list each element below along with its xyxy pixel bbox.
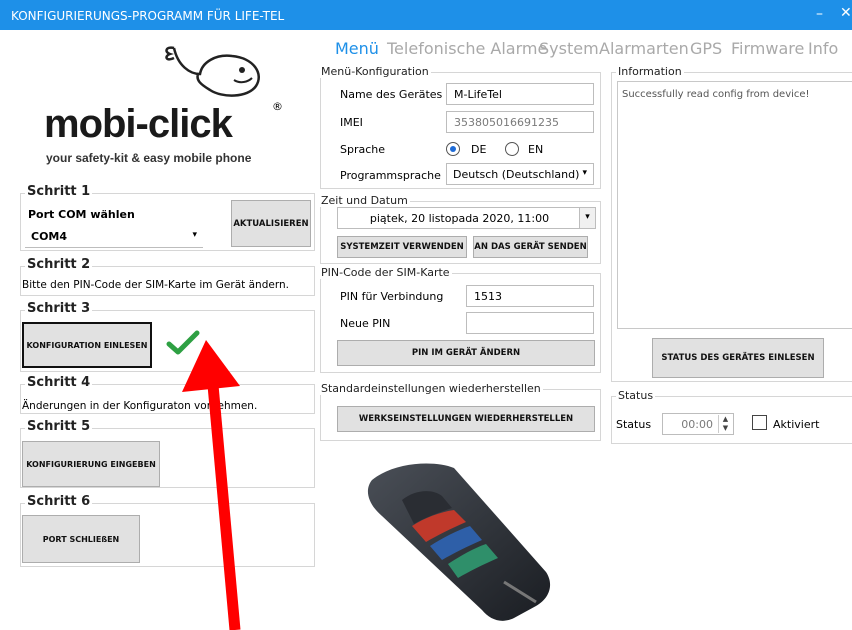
menu-config-title: Menü-Konfiguration (319, 65, 431, 78)
tab-alarmarten[interactable]: Alarmarten (599, 39, 689, 58)
pin-connect-label: PIN für Verbindung (340, 290, 444, 303)
lang-de-label: DE (471, 143, 487, 156)
program-language-select[interactable]: Deutsch (Deutschland) ▾ (446, 163, 594, 185)
refresh-button[interactable]: AKTUALISIEREN (231, 200, 311, 247)
status-time-field[interactable]: 00:00 ▲ ▼ (662, 413, 734, 435)
datetime-picker[interactable]: piątek, 20 listopada 2020, 11:00 ▾ (337, 207, 596, 229)
activated-label: Aktiviert (773, 418, 820, 431)
radio-lang-de[interactable] (446, 142, 460, 156)
program-language-value: Deutsch (Deutschland) (453, 168, 580, 181)
close-button[interactable]: ✕ (840, 5, 852, 21)
read-status-button[interactable]: STATUS DES GERÄTES EINLESEN (652, 338, 824, 378)
information-title: Information (616, 65, 684, 78)
pin-connect-field[interactable]: 1513 (466, 285, 594, 307)
spin-icon: ▲ ▼ (718, 415, 732, 433)
factory-reset-button[interactable]: WERKSEINSTELLUNGEN WIEDERHERSTELLEN (337, 406, 595, 432)
radio-lang-en[interactable] (505, 142, 519, 156)
window-title: KONFIGURIERUNGS-PROGRAMM FÜR LIFE-TEL (11, 9, 285, 23)
port-label: Port COM wählen (28, 208, 135, 221)
status-time-value: 00:00 (681, 418, 713, 431)
information-log: Successfully read config from device! (617, 81, 852, 329)
step3-title: Schritt 3 (25, 301, 93, 316)
title-bar: KONFIGURIERUNGS-PROGRAMM FÜR LIFE-TEL – … (0, 0, 852, 30)
status-title: Status (616, 389, 656, 402)
send-to-device-button[interactable]: AN DAS GERÄT SENDEN (473, 236, 588, 258)
step6-title: Schritt 6 (25, 494, 93, 509)
registered-mark: ® (272, 100, 283, 113)
brand-name: mobi-click (44, 102, 233, 146)
pin-new-label: Neue PIN (340, 317, 391, 330)
pin-new-field[interactable] (466, 312, 594, 334)
step4-title: Schritt 4 (25, 375, 93, 390)
write-config-button[interactable]: KONFIGURIERUNG EINGEBEN (22, 441, 160, 487)
step5-title: Schritt 5 (25, 419, 93, 434)
defaults-title: Standardeinstellungen wiederherstellen (319, 382, 543, 395)
device-name-label: Name des Gerätes (340, 88, 443, 101)
whale-logo-icon (165, 46, 260, 97)
tab-firmware[interactable]: Firmware (731, 39, 804, 58)
status-label: Status (616, 418, 652, 431)
minimize-button[interactable]: – (816, 6, 823, 22)
chevron-down-icon: ▾ (192, 230, 197, 240)
port-value: COM4 (31, 230, 68, 243)
tab-menu[interactable]: Menü (335, 39, 379, 58)
step2-text: Bitte den PIN-Code der SIM-Karte im Gerä… (22, 279, 289, 291)
logo-tagline: your safety-kit & easy mobile phone (46, 151, 252, 165)
datetime-title: Zeit und Datum (319, 194, 410, 207)
change-pin-button[interactable]: PIN IM GERÄT ÄNDERN (337, 340, 595, 366)
tab-telefonische-alarme[interactable]: Telefonische Alarme (387, 39, 547, 58)
imei-label: IMEI (340, 116, 363, 129)
close-port-button[interactable]: PORT SCHLIEßEN (22, 515, 140, 563)
step2-title: Schritt 2 (25, 257, 93, 272)
language-label: Sprache (340, 143, 386, 156)
datetime-value: piątek, 20 listopada 2020, 11:00 (369, 212, 550, 225)
pin-title: PIN-Code der SIM-Karte (319, 266, 452, 279)
port-select[interactable]: COM4 ▾ (25, 226, 203, 248)
imei-field: 353805016691235 (446, 111, 594, 133)
logo: mobi-click ® your safety-kit & easy mobi… (40, 40, 300, 170)
step1-title: Schritt 1 (25, 184, 93, 199)
chevron-down-icon: ▾ (582, 168, 587, 178)
information-text: Successfully read config from device! (622, 89, 810, 100)
device-name-field[interactable]: M-LifeTel (446, 83, 594, 105)
chevron-down-icon: ▾ (579, 208, 595, 228)
lang-en-label: EN (528, 143, 544, 156)
use-system-time-button[interactable]: SYSTEMZEIT VERWENDEN (337, 236, 467, 258)
tab-system[interactable]: System (539, 39, 599, 58)
device-image (367, 463, 551, 621)
activated-checkbox[interactable] (752, 415, 767, 430)
red-arrow-annotation (182, 340, 241, 630)
read-config-button[interactable]: KONFIGURATION EINLESEN (22, 322, 152, 368)
tab-info[interactable]: Info (808, 39, 838, 58)
program-language-label: Programmsprache (340, 169, 441, 182)
tab-gps[interactable]: GPS (690, 39, 722, 58)
